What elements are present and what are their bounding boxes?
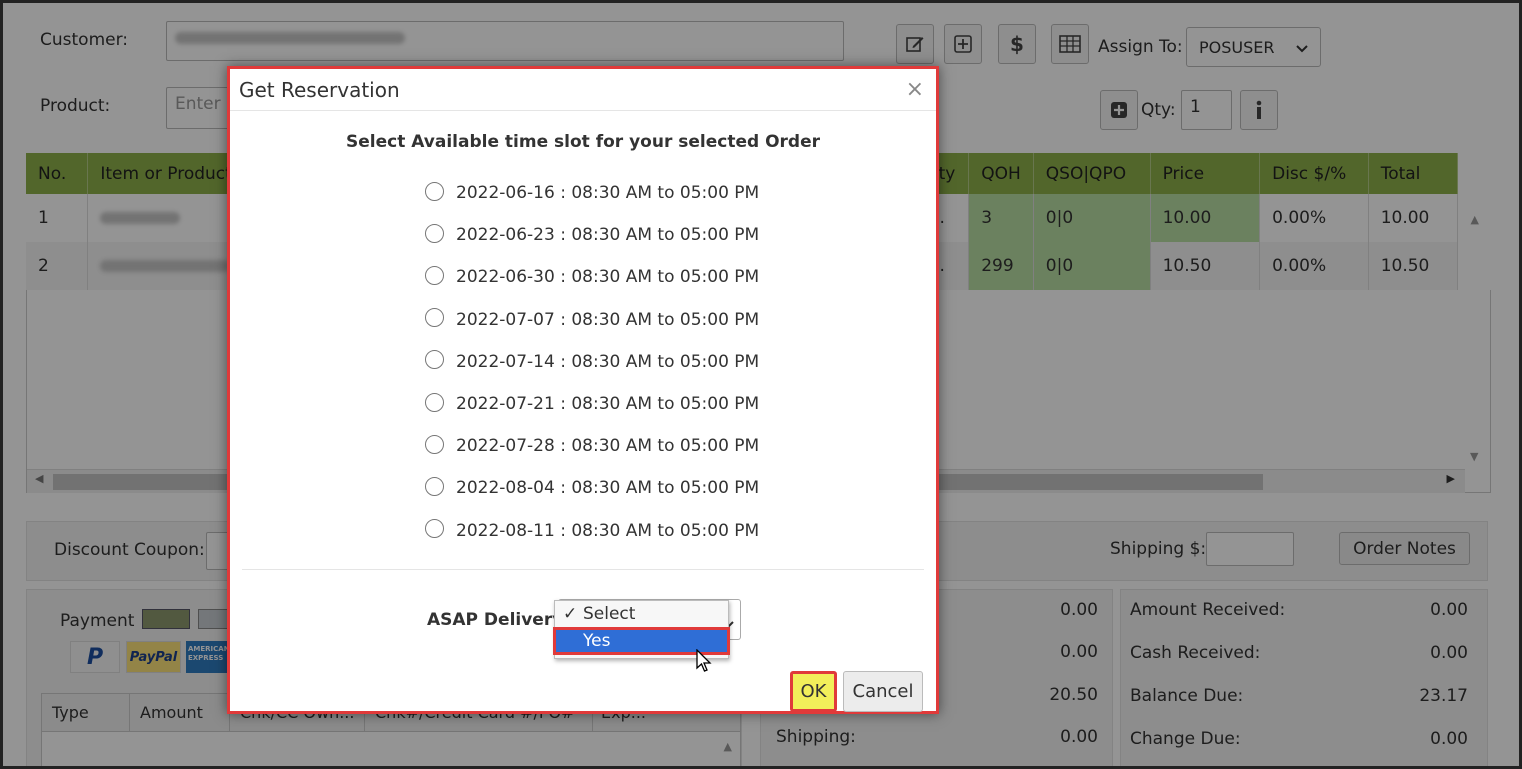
time-slot-option[interactable]: 2022-07-28 : 08:30 AM to 05:00 PM bbox=[425, 425, 759, 467]
time-slot-option[interactable]: 2022-07-14 : 08:30 AM to 05:00 PM bbox=[425, 341, 759, 383]
app-window: Customer: $ Assign To: POSUSER Product: … bbox=[0, 0, 1522, 769]
time-slot-label: 2022-07-28 : 08:30 AM to 05:00 PM bbox=[456, 436, 760, 457]
dropdown-option-select[interactable]: ✓ Select bbox=[555, 601, 728, 627]
time-slot-option[interactable]: 2022-08-04 : 08:30 AM to 05:00 PM bbox=[425, 467, 759, 509]
time-slot-option[interactable]: 2022-06-23 : 08:30 AM to 05:00 PM bbox=[425, 214, 759, 256]
time-slot-label: 2022-07-14 : 08:30 AM to 05:00 PM bbox=[456, 351, 760, 372]
radio-button[interactable] bbox=[425, 434, 444, 454]
time-slot-label: 2022-07-07 : 08:30 AM to 05:00 PM bbox=[456, 309, 760, 330]
radio-button[interactable] bbox=[425, 265, 444, 285]
close-icon[interactable]: × bbox=[906, 77, 924, 102]
ok-button[interactable]: OK bbox=[790, 671, 837, 712]
checkmark-icon: ✓ bbox=[563, 604, 578, 624]
time-slot-label: 2022-08-04 : 08:30 AM to 05:00 PM bbox=[456, 478, 760, 499]
time-slot-list: 2022-06-16 : 08:30 AM to 05:00 PM 2022-0… bbox=[425, 172, 759, 552]
cancel-button[interactable]: Cancel bbox=[843, 671, 923, 712]
radio-button[interactable] bbox=[425, 308, 444, 328]
asap-delivery-label: ASAP Delivery bbox=[427, 610, 564, 630]
dialog-header: Get Reservation × bbox=[230, 69, 936, 111]
time-slot-label: 2022-06-16 : 08:30 AM to 05:00 PM bbox=[456, 183, 760, 204]
time-slot-label: 2022-07-21 : 08:30 AM to 05:00 PM bbox=[456, 394, 760, 415]
dialog-divider bbox=[242, 569, 924, 570]
radio-button[interactable] bbox=[425, 181, 444, 201]
radio-button[interactable] bbox=[425, 476, 444, 496]
radio-button[interactable] bbox=[425, 519, 444, 539]
dialog-title: Get Reservation bbox=[239, 77, 400, 102]
radio-button[interactable] bbox=[425, 392, 444, 412]
option-label: Yes bbox=[583, 631, 611, 651]
option-label: Select bbox=[583, 604, 636, 624]
time-slot-option[interactable]: 2022-07-07 : 08:30 AM to 05:00 PM bbox=[425, 299, 759, 341]
time-slot-option[interactable]: 2022-06-16 : 08:30 AM to 05:00 PM bbox=[425, 172, 759, 214]
get-reservation-dialog: Get Reservation × Select Available time … bbox=[227, 66, 939, 714]
time-slot-option[interactable]: 2022-06-30 : 08:30 AM to 05:00 PM bbox=[425, 256, 759, 298]
radio-button[interactable] bbox=[425, 350, 444, 370]
mouse-pointer-icon bbox=[696, 648, 712, 678]
time-slot-option[interactable]: 2022-07-21 : 08:30 AM to 05:00 PM bbox=[425, 383, 759, 425]
time-slot-option[interactable]: 2022-08-11 : 08:30 AM to 05:00 PM bbox=[425, 510, 759, 552]
radio-button[interactable] bbox=[425, 223, 444, 243]
dialog-subtitle: Select Available time slot for your sele… bbox=[346, 132, 820, 152]
time-slot-label: 2022-08-11 : 08:30 AM to 05:00 PM bbox=[456, 520, 760, 541]
time-slot-label: 2022-06-30 : 08:30 AM to 05:00 PM bbox=[456, 267, 760, 288]
time-slot-label: 2022-06-23 : 08:30 AM to 05:00 PM bbox=[456, 225, 760, 246]
